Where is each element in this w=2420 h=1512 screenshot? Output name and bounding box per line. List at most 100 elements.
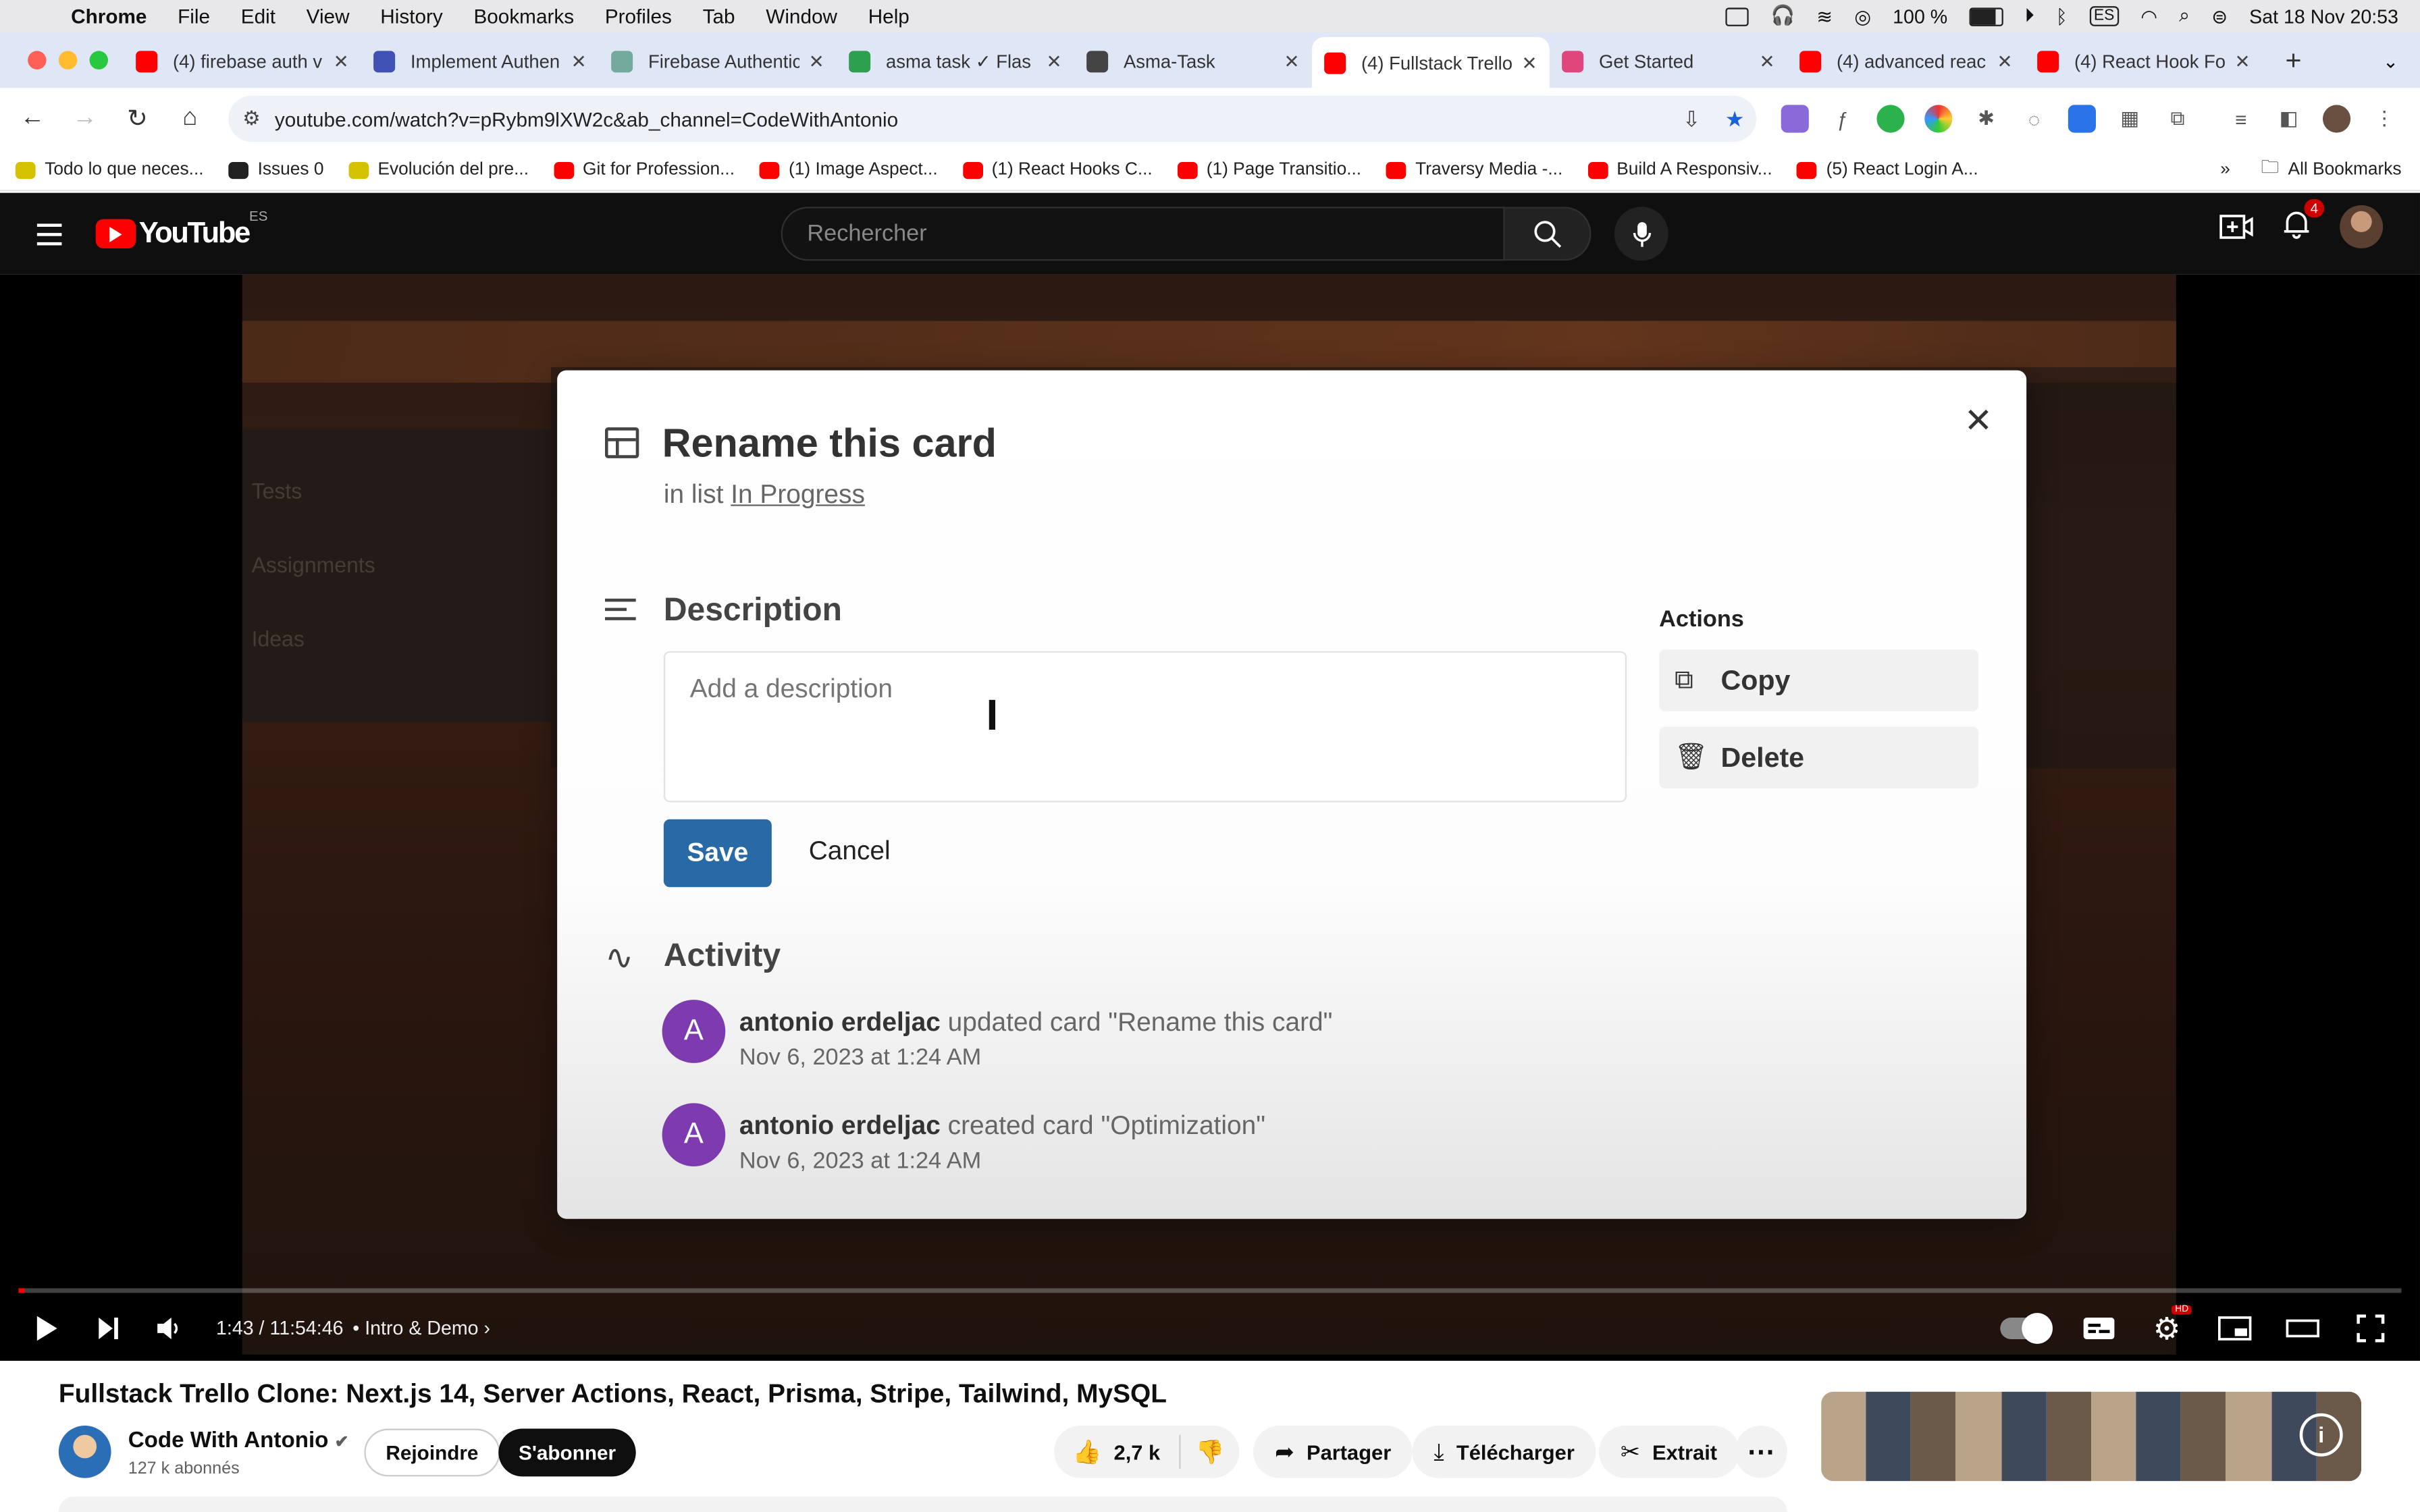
browser-tab[interactable]: Asma-Task ✕ xyxy=(1074,38,1312,85)
subscribe-button[interactable]: S'abonner xyxy=(498,1428,636,1477)
site-info-icon[interactable]: ⚙ xyxy=(228,107,275,132)
browser-tab[interactable]: (4) advanced reac ✕ xyxy=(1787,38,2025,85)
channel-name-link[interactable]: Code With Antonio ✔ xyxy=(128,1429,349,1454)
menubar-datetime[interactable]: Sat 18 Nov 20:53 xyxy=(2249,5,2398,27)
bluetooth-icon[interactable]: ᛒ xyxy=(2056,5,2068,27)
bookmark-item[interactable]: Evolución del pre... xyxy=(348,161,529,179)
tab-close-icon[interactable]: ✕ xyxy=(1284,51,1300,72)
browser-tab[interactable]: Firebase Authentic ✕ xyxy=(599,38,837,85)
media-play-icon[interactable]: ⏵ xyxy=(2024,5,2034,28)
bookmark-item[interactable]: (1) Page Transitio... xyxy=(1177,161,1361,179)
url-text[interactable]: youtube.com/watch?v=pRybm9lXW2c&ab_chann… xyxy=(275,107,1670,130)
tab-close-icon[interactable]: ✕ xyxy=(334,51,349,72)
back-button[interactable]: ← xyxy=(9,96,56,142)
theater-mode-button[interactable] xyxy=(2272,1301,2334,1356)
browser-tab[interactable]: asma task ✓ Flas ✕ xyxy=(837,38,1074,85)
recommendation-thumbnail[interactable] xyxy=(1821,1391,2362,1482)
bookmark-item[interactable]: (1) Image Aspect... xyxy=(759,161,938,179)
activity-icon[interactable]: ≋ xyxy=(1816,5,1833,28)
reload-button[interactable]: ↻ xyxy=(114,96,161,142)
save-button[interactable]: Save xyxy=(663,819,772,888)
spotlight-search-icon[interactable]: ⌕ xyxy=(2179,5,2190,28)
menu-edit[interactable]: Edit xyxy=(241,5,275,28)
browser-menu-icon[interactable]: ⋮ xyxy=(2371,105,2398,132)
install-app-icon[interactable]: ⇩ xyxy=(1670,106,1713,132)
display-icon[interactable] xyxy=(1726,7,1750,26)
extension-color-icon[interactable] xyxy=(1924,105,1953,133)
extension-purple-icon[interactable] xyxy=(1781,105,1809,133)
like-button[interactable]: 👍 2,7 k xyxy=(1054,1434,1180,1469)
new-tab-button[interactable]: + xyxy=(2272,38,2315,82)
card-title[interactable]: Rename this card xyxy=(662,420,997,468)
tab-close-icon[interactable]: ✕ xyxy=(1760,51,1775,72)
settings-button[interactable]: ⚙ HD xyxy=(2136,1301,2197,1356)
download-button[interactable]: ⤓ Télécharger xyxy=(1412,1425,1596,1478)
share-button[interactable]: ➦ Partager xyxy=(1253,1425,1413,1478)
bookmark-item[interactable]: Todo lo que neces... xyxy=(15,161,204,179)
miniplayer-button[interactable] xyxy=(2204,1301,2265,1356)
menu-file[interactable]: File xyxy=(178,5,210,28)
play-button[interactable] xyxy=(16,1301,77,1356)
bookmark-item[interactable]: Git for Profession... xyxy=(553,161,735,179)
description-box[interactable] xyxy=(58,1496,1787,1512)
more-bookmarks-icon[interactable]: » xyxy=(2220,161,2230,179)
dislike-button[interactable]: 👎 xyxy=(1180,1438,1225,1466)
input-source[interactable]: ES xyxy=(2088,6,2120,26)
list-name-link[interactable]: In Progress xyxy=(731,480,865,509)
youtube-logo[interactable]: YouTube ES xyxy=(95,207,267,250)
bookmark-item[interactable]: Build A Responsiv... xyxy=(1587,161,1772,179)
chapter-title-button[interactable]: • Intro & Demo › xyxy=(352,1318,490,1339)
extension-function-icon[interactable]: ƒ xyxy=(1829,105,1857,132)
headphones-icon[interactable]: 🎧 xyxy=(1771,5,1795,28)
control-center-icon[interactable]: ⊜ xyxy=(2211,5,2228,28)
battery-icon[interactable] xyxy=(1969,7,2003,26)
minimize-window-button[interactable] xyxy=(58,51,78,70)
browser-tab[interactable]: Get Started ✕ xyxy=(1550,38,1787,85)
description-textarea[interactable] xyxy=(663,651,1627,803)
close-window-button[interactable] xyxy=(28,51,47,70)
menu-bookmarks[interactable]: Bookmarks xyxy=(473,5,574,28)
menu-view[interactable]: View xyxy=(307,5,350,28)
notifications-button[interactable]: 4 xyxy=(2281,198,2325,246)
video-progress-bar[interactable] xyxy=(18,1288,2402,1293)
tab-close-icon[interactable]: ✕ xyxy=(1997,51,2013,72)
browser-tab[interactable]: (4) React Hook Fo ✕ xyxy=(2025,38,2263,85)
browser-tab[interactable]: Implement Authen ✕ xyxy=(361,38,599,85)
menu-help[interactable]: Help xyxy=(868,5,910,28)
bookmark-star-icon[interactable]: ★ xyxy=(1713,106,1756,132)
create-video-icon[interactable] xyxy=(2219,213,2253,240)
volume-button[interactable] xyxy=(139,1301,201,1356)
menu-window[interactable]: Window xyxy=(766,5,837,28)
hamburger-menu-icon[interactable] xyxy=(18,203,80,265)
extension-bug-icon[interactable]: ✱ xyxy=(1972,105,2000,132)
extension-blue-icon[interactable] xyxy=(2068,105,2096,133)
menu-tab[interactable]: Tab xyxy=(703,5,735,28)
search-input[interactable] xyxy=(781,207,1505,261)
bookmark-item[interactable]: (5) React Login A... xyxy=(1797,161,1978,179)
profile-avatar-icon[interactable] xyxy=(2322,105,2351,133)
channel-avatar[interactable] xyxy=(58,1425,111,1478)
more-actions-button[interactable]: ⋯ xyxy=(1735,1425,1787,1478)
tab-close-icon[interactable]: ✕ xyxy=(1047,51,1062,72)
menu-profiles[interactable]: Profiles xyxy=(605,5,672,28)
wifi-icon[interactable]: ◠ xyxy=(2140,5,2157,28)
browser-tab[interactable]: (4) Fullstack Trello ✕ xyxy=(1311,36,1550,88)
tab-close-icon[interactable]: ✕ xyxy=(2235,51,2251,72)
voice-search-button[interactable] xyxy=(1614,207,1668,261)
extension-compass-icon[interactable]: ◌ xyxy=(2020,105,2048,132)
bookmark-item[interactable]: (1) React Hooks C... xyxy=(962,161,1153,179)
tab-close-icon[interactable]: ✕ xyxy=(571,51,587,72)
extensions-puzzle-icon[interactable]: ⧉ xyxy=(2164,105,2192,132)
autoplay-toggle[interactable] xyxy=(2000,1313,2053,1344)
cancel-button[interactable]: Cancel xyxy=(809,836,891,867)
tab-close-icon[interactable]: ✕ xyxy=(809,51,824,72)
forward-button[interactable]: → xyxy=(61,96,108,142)
side-panel-icon[interactable]: ◧ xyxy=(2275,105,2303,132)
close-icon[interactable]: ✕ xyxy=(1964,401,1993,441)
next-button[interactable] xyxy=(77,1301,138,1356)
zoom-window-button[interactable] xyxy=(89,51,108,70)
copy-button[interactable]: ⧉ Copy xyxy=(1659,649,1979,711)
info-icon[interactable]: i xyxy=(2299,1413,2343,1457)
search-button[interactable] xyxy=(1504,207,1592,261)
reading-list-icon[interactable]: ≡ xyxy=(2227,105,2255,132)
